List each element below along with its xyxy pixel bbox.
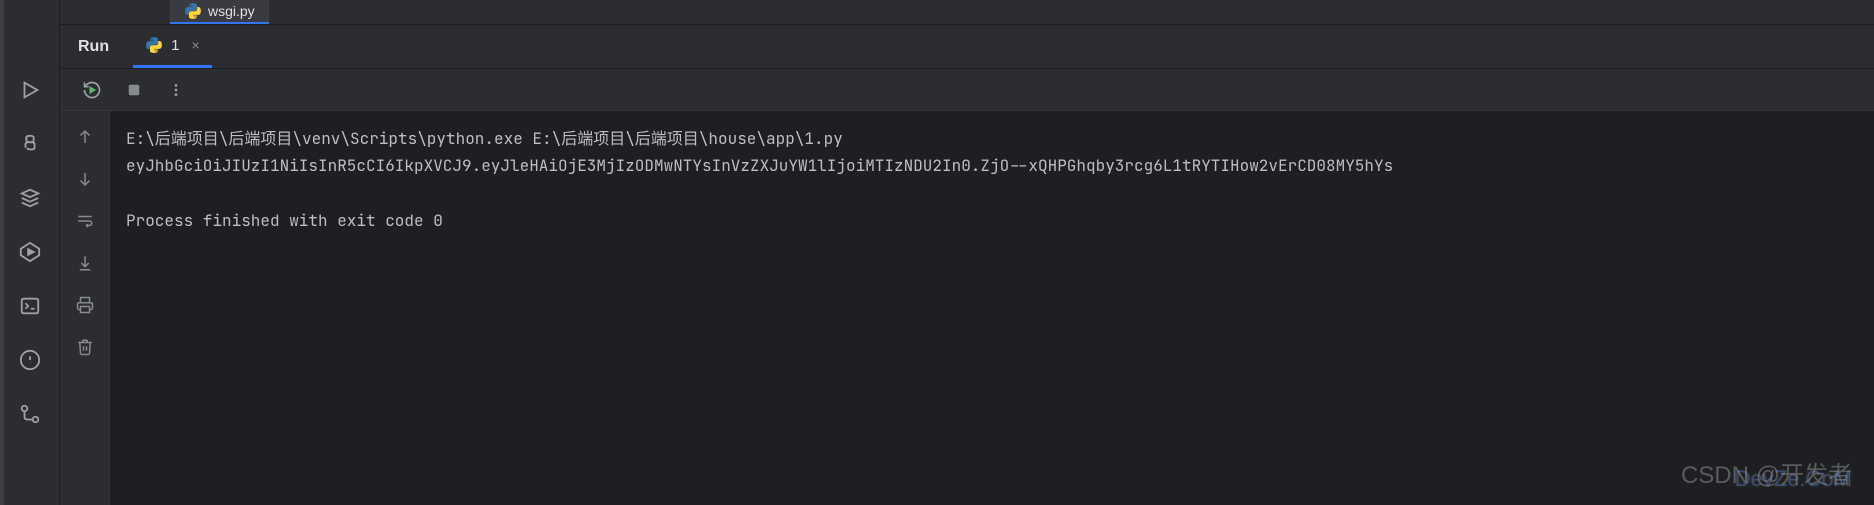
console-line: Process finished with exit code 0 (126, 210, 443, 231)
run-tab-1[interactable]: 1 × (133, 25, 212, 68)
trash-icon[interactable] (71, 333, 99, 361)
file-tab-label: wsgi.py (208, 3, 255, 19)
close-icon[interactable]: × (191, 37, 199, 53)
scroll-to-end-icon[interactable] (71, 249, 99, 277)
python-file-icon (145, 36, 163, 54)
content-row: E:\后端项目\后端项目\venv\Scripts\python.exe E:\… (60, 111, 1874, 505)
console-gutter (60, 111, 110, 505)
run-toolbar (60, 69, 1874, 111)
soft-wrap-icon[interactable] (71, 207, 99, 235)
main-area: wsgi.py Run 1 × (60, 0, 1874, 505)
watermark-chinese: 开发者 (1780, 456, 1852, 497)
print-icon[interactable] (71, 291, 99, 319)
console-output[interactable]: E:\后端项目\后端项目\venv\Scripts\python.exe E:\… (110, 111, 1874, 505)
run-tab-label: 1 (171, 37, 179, 54)
services-icon[interactable] (12, 234, 48, 270)
problems-icon[interactable] (12, 342, 48, 378)
terminal-icon[interactable] (12, 288, 48, 324)
run-panel-title: Run (78, 38, 133, 56)
run-tab-bar: Run 1 × (60, 25, 1874, 69)
vcs-icon[interactable] (12, 396, 48, 432)
file-tab-wsgi[interactable]: wsgi.py (170, 0, 269, 24)
console-line: eyJhbGciOiJIUzI1NiIsInR5cCI6IkpXVCJ9.eyJ… (126, 155, 1393, 176)
stop-icon[interactable] (120, 76, 148, 104)
console-line: E:\后端项目\后端项目\venv\Scripts\python.exe E:\… (126, 128, 843, 149)
python-console-icon[interactable] (12, 126, 48, 162)
packages-icon[interactable] (12, 180, 48, 216)
up-arrow-icon[interactable] (71, 123, 99, 151)
file-tab-bar: wsgi.py (60, 0, 1874, 25)
run-tool-icon[interactable] (12, 72, 48, 108)
down-arrow-icon[interactable] (71, 165, 99, 193)
more-actions-icon[interactable] (162, 76, 190, 104)
watermark: CSDN @ 开发者 DevZe.CoM (1681, 456, 1852, 497)
watermark-csdn: CSDN @ (1681, 456, 1780, 497)
rerun-icon[interactable] (78, 76, 106, 104)
left-tool-sidebar (0, 0, 60, 505)
python-file-icon (184, 2, 202, 20)
